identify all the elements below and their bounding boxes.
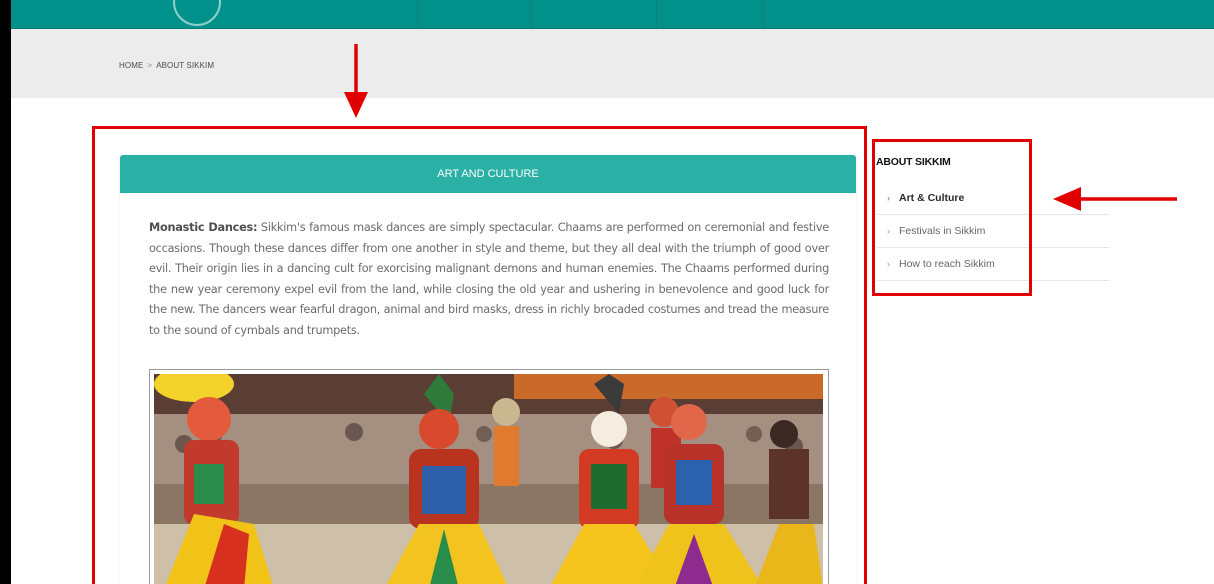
breadcrumb-current: ABOUT SIKKIM (156, 61, 215, 70)
sidebar-item-how-to-reach[interactable]: › How to reach Sikkim (877, 248, 1109, 281)
nav-divider (417, 0, 418, 28)
paragraph-lead: Monastic Dances: (149, 221, 258, 234)
mask-dance-photo (154, 374, 823, 584)
nav-divider (656, 0, 657, 28)
top-navbar (11, 0, 1214, 29)
sidebar-item-label: Art & Culture (899, 192, 965, 204)
nav-divider (763, 0, 764, 28)
chevron-right-icon: › (887, 193, 890, 203)
logo-icon[interactable] (173, 0, 221, 26)
dance-photo-frame (149, 369, 829, 584)
article-paragraph: Monastic Dances: Sikkim's famous mask da… (149, 218, 829, 342)
sidebar-item-label: How to reach Sikkim (899, 258, 995, 270)
sidebar-item-label: Festivals in Sikkim (899, 225, 986, 237)
sidebar-item-festivals[interactable]: › Festivals in Sikkim (877, 215, 1109, 248)
paragraph-text: Sikkim's famous mask dances are simply s… (149, 221, 830, 337)
breadcrumb-bar: HOME > ABOUT SIKKIM (11, 29, 1214, 98)
sidebar-title: ABOUT SIKKIM (876, 156, 951, 168)
content-panel: Monastic Dances: Sikkim's famous mask da… (120, 193, 856, 584)
breadcrumb: HOME > ABOUT SIKKIM (119, 61, 214, 70)
section-header: ART AND CULTURE (120, 155, 856, 193)
page: HOME > ABOUT SIKKIM ART AND CULTURE Monast… (11, 0, 1214, 584)
nav-divider (531, 0, 532, 28)
breadcrumb-home-link[interactable]: HOME (119, 61, 143, 70)
sidebar-item-art-culture[interactable]: › Art & Culture (877, 182, 1109, 215)
chevron-right-icon: › (887, 259, 890, 269)
mask-dance-illustration (154, 374, 823, 584)
chevron-right-icon: > (147, 61, 153, 70)
chevron-right-icon: › (887, 226, 890, 236)
